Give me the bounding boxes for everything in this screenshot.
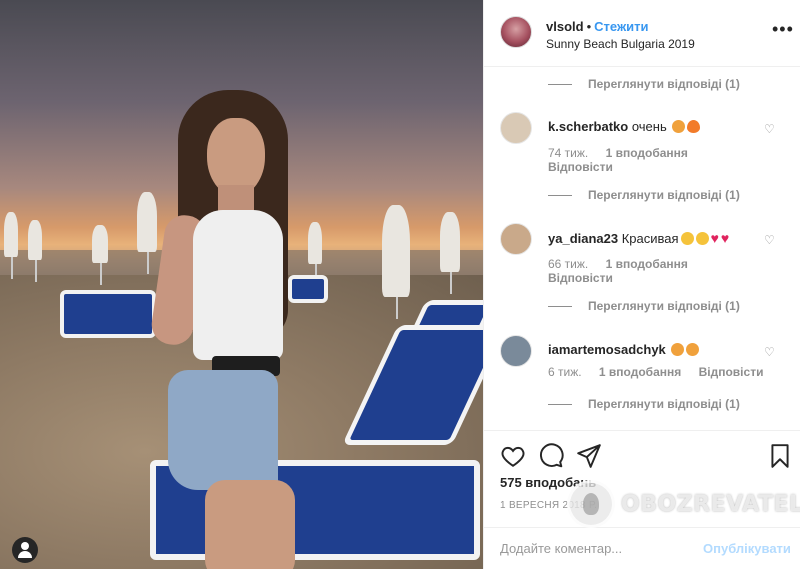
obozrevatel-logo-icon bbox=[567, 480, 615, 528]
umbrella-icon bbox=[28, 220, 42, 282]
comment-username[interactable]: ya_diana23 bbox=[548, 231, 618, 246]
more-options-icon[interactable]: ••• bbox=[772, 20, 794, 38]
smile-emoji-icon bbox=[695, 232, 709, 245]
comment-username[interactable]: iamartemosadchyk bbox=[548, 342, 666, 357]
comment-meta: 66 тиж. 1 вподобання bbox=[548, 257, 702, 271]
post-author: vlsold • Стежити bbox=[546, 19, 649, 34]
avatar[interactable] bbox=[500, 335, 532, 367]
comment-meta: 74 тиж. 1 вподобання bbox=[548, 146, 702, 160]
heart-emoji-icon: ♥ bbox=[720, 230, 730, 246]
share-icon[interactable] bbox=[576, 443, 602, 469]
watermark: OBOZREVATEL bbox=[567, 480, 800, 528]
comment-body: Красивая bbox=[621, 231, 679, 246]
umbrella-icon bbox=[440, 212, 460, 294]
reply-button[interactable]: Відповісти bbox=[548, 271, 613, 285]
fire-emoji-icon bbox=[687, 120, 701, 133]
comment-icon[interactable] bbox=[538, 443, 564, 469]
sun-lounger bbox=[288, 275, 328, 303]
umbrella-icon bbox=[382, 205, 410, 319]
divider bbox=[548, 194, 572, 196]
location-link[interactable]: Sunny Beach Bulgaria 2019 bbox=[546, 37, 695, 51]
comment-time[interactable]: 66 тиж. bbox=[548, 257, 588, 271]
cat-emoji-icon bbox=[671, 343, 685, 356]
comment-input[interactable] bbox=[500, 538, 700, 558]
avatar[interactable] bbox=[500, 223, 532, 255]
woman-shorts bbox=[168, 370, 278, 490]
woman-top bbox=[193, 210, 283, 360]
comment-text: k.scherbatko очень bbox=[548, 119, 701, 134]
cat-emoji-icon bbox=[672, 120, 686, 133]
comment-username[interactable]: k.scherbatko bbox=[548, 119, 628, 134]
comment-bar: Опублікувати bbox=[484, 527, 800, 569]
heart-icon[interactable]: ♡ bbox=[764, 233, 775, 247]
comment-likes[interactable]: 1 вподобання bbox=[606, 257, 688, 271]
divider bbox=[548, 305, 572, 307]
comment-text: iamartemosadchyk bbox=[548, 342, 700, 357]
reply-button[interactable]: Відповісти bbox=[699, 365, 764, 379]
separator-dot: • bbox=[586, 19, 592, 34]
sun-lounger bbox=[60, 290, 156, 338]
view-replies-button[interactable]: Переглянути відповіді (1) bbox=[548, 299, 740, 313]
comment-meta: 6 тиж. 1 вподобання Відповісти bbox=[548, 365, 777, 379]
author-username[interactable]: vlsold bbox=[546, 19, 584, 34]
comment-text: ya_diana23 Красивая ♥ ♥ bbox=[548, 230, 729, 246]
smile-emoji-icon bbox=[680, 232, 694, 245]
heart-icon[interactable]: ♡ bbox=[764, 345, 775, 359]
divider bbox=[548, 83, 572, 85]
reply-button[interactable]: Відповісти bbox=[548, 160, 613, 174]
follow-button[interactable]: Стежити bbox=[594, 19, 648, 34]
comments-list[interactable]: Переглянути відповіді (1) k.scherbatko о… bbox=[484, 67, 800, 430]
heart-icon[interactable] bbox=[500, 443, 526, 469]
post-photo[interactable] bbox=[0, 0, 483, 569]
post-header: vlsold • Стежити Sunny Beach Bulgaria 2019… bbox=[484, 0, 800, 67]
comment-time[interactable]: 6 тиж. bbox=[548, 365, 582, 379]
comment-time[interactable]: 74 тиж. bbox=[548, 146, 588, 160]
bookmark-icon[interactable] bbox=[767, 443, 793, 469]
view-replies-button[interactable]: Переглянути відповіді (1) bbox=[548, 188, 740, 202]
publish-button[interactable]: Опублікувати bbox=[703, 541, 791, 556]
heart-icon[interactable]: ♡ bbox=[764, 122, 775, 136]
tagged-user-icon[interactable] bbox=[12, 537, 38, 563]
comment-body: очень bbox=[631, 119, 667, 134]
comment-likes[interactable]: 1 вподобання bbox=[606, 146, 688, 160]
avatar[interactable] bbox=[500, 112, 532, 144]
divider bbox=[548, 403, 572, 405]
view-replies-button[interactable]: Переглянути відповіді (1) bbox=[548, 397, 740, 411]
view-replies-button[interactable]: Переглянути відповіді (1) bbox=[548, 77, 740, 91]
woman-leg bbox=[205, 480, 295, 569]
umbrella-icon bbox=[92, 225, 108, 285]
cat-emoji-icon bbox=[686, 343, 700, 356]
watermark-text: OBOZREVATEL bbox=[621, 491, 800, 517]
comment-likes[interactable]: 1 вподобання bbox=[599, 365, 681, 379]
heart-emoji-icon: ♥ bbox=[710, 230, 719, 246]
umbrella-icon bbox=[4, 212, 18, 279]
umbrella-icon bbox=[308, 222, 322, 286]
avatar[interactable] bbox=[500, 16, 532, 48]
umbrella-icon bbox=[137, 192, 157, 274]
